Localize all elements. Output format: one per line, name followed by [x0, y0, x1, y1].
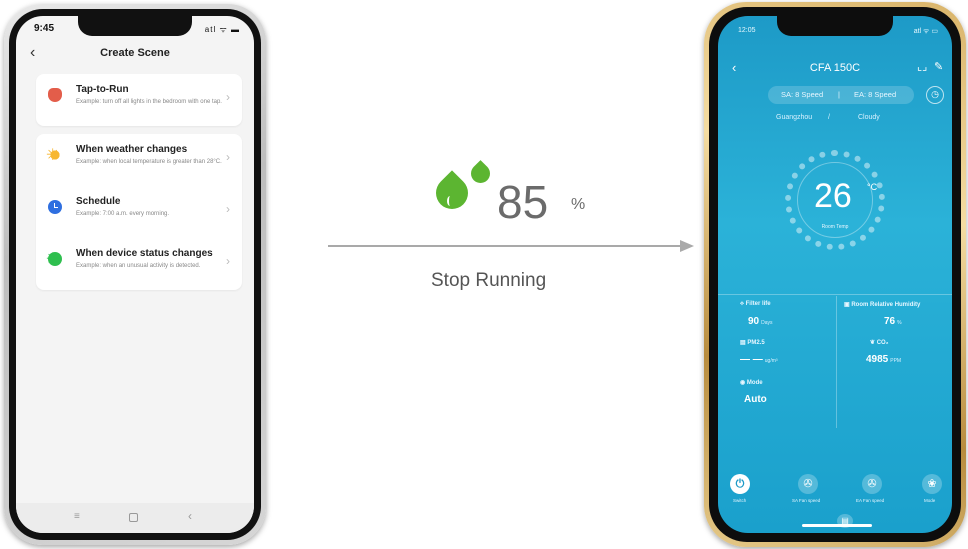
- device-control-screen: 12:05 atl ᯤ ▭ ‹ CFA 150C ⌞⌟ ✎ SA: 8 Spee…: [718, 16, 952, 533]
- water-drop-small-icon: [467, 160, 494, 187]
- page-title: Create Scene: [100, 47, 170, 59]
- mode-label: ◉ Mode: [740, 380, 763, 386]
- arrow-line: [328, 245, 684, 247]
- power-button[interactable]: ⏻: [730, 474, 750, 494]
- divider: [718, 294, 952, 295]
- item-desc: Example: when local temperature is great…: [76, 159, 222, 165]
- humidity-value: 76%: [884, 316, 902, 327]
- menu-icon[interactable]: ≡: [74, 511, 80, 522]
- pm25-label: ▤ PM2.5: [740, 340, 765, 346]
- list-item[interactable]: When weather changes Example: when local…: [36, 134, 242, 186]
- list-item[interactable]: When device status changes Example: when…: [36, 238, 242, 290]
- list-item[interactable]: Tap-to-Run Example: turn off all lights …: [36, 74, 242, 126]
- sun-icon: [46, 145, 62, 165]
- create-scene-screen: 9:45 atl ᯤ ▬ ‹ Create Scene Tap-to-Run E…: [16, 16, 254, 533]
- status-time: 9:45: [34, 23, 55, 34]
- temperature-unit: °C: [867, 182, 878, 192]
- timer-icon[interactable]: ◷: [926, 86, 944, 104]
- sa-speed: SA: 8 Speed: [781, 90, 824, 99]
- humidity-label: ▣ Room Relative Humidity: [844, 302, 921, 308]
- weather: Cloudy: [858, 114, 880, 121]
- pm25-value: — — ug/m³: [740, 354, 778, 365]
- co2-label: ❦ CO₂: [870, 340, 889, 346]
- water-drop-icon: [429, 170, 475, 216]
- humidity-percentage: 85: [497, 176, 549, 228]
- left-phone: 9:45 atl ᯤ ▬ ‹ Create Scene Tap-to-Run E…: [4, 4, 266, 545]
- mode-icon: ◉: [740, 380, 747, 386]
- sa-fan-speed-button[interactable]: ✇: [798, 474, 818, 494]
- status-icons: atl ᯤ ▭: [913, 28, 938, 35]
- speed-separator: |: [838, 90, 840, 99]
- android-nav-bar: ≡ ‹: [16, 503, 254, 533]
- co2-value: 4985 PPM: [866, 354, 902, 365]
- item-title: Tap-to-Run: [76, 84, 129, 95]
- chevron-right-icon: ›: [226, 254, 230, 268]
- fan-speed-pill: SA: 8 Speed | EA: 8 Speed: [768, 86, 914, 104]
- ea-fan-speed-label: EA Fan speed: [856, 498, 885, 503]
- status-time: 12:05: [738, 27, 756, 34]
- item-desc: Example: 7:00 a.m. every morning.: [76, 211, 170, 217]
- automation-card: When weather changes Example: when local…: [36, 134, 242, 290]
- notch: [78, 16, 192, 36]
- item-title: When weather changes: [76, 144, 188, 155]
- drop-shine: [447, 196, 453, 206]
- room-temp-label: Room Temp: [821, 224, 849, 230]
- filter-life-label: ⟡ Filter life: [740, 301, 771, 307]
- room-temperature: 26: [814, 177, 852, 215]
- chevron-right-icon: ›: [226, 150, 230, 164]
- status-icons: atl ᯤ ▬: [204, 25, 240, 34]
- filter-life-value: 90 Days: [748, 316, 773, 327]
- nav-back-icon[interactable]: ‹: [188, 509, 192, 523]
- divider: [836, 296, 837, 428]
- item-desc: Example: when an unusual activity is det…: [76, 263, 201, 269]
- co2-icon: ❦: [870, 340, 877, 346]
- chevron-right-icon: ›: [226, 202, 230, 216]
- mode-button[interactable]: ❀: [922, 474, 942, 494]
- item-title: When device status changes: [76, 248, 213, 259]
- item-desc: Example: turn off all lights in the bedr…: [76, 99, 222, 105]
- mode-button-label: Mode: [924, 498, 936, 503]
- location-separator: /: [828, 114, 830, 121]
- right-phone: 12:05 atl ᯤ ▭ ‹ CFA 150C ⌞⌟ ✎ SA: 8 Spee…: [704, 2, 966, 547]
- action-caption: Stop Running: [431, 270, 547, 291]
- ea-fan-speed-button[interactable]: ✇: [862, 474, 882, 494]
- chart-icon[interactable]: ⌞⌟: [917, 60, 927, 73]
- tap-to-run-card[interactable]: Tap-to-Run Example: turn off all lights …: [36, 74, 242, 126]
- ea-speed: EA: 8 Speed: [854, 90, 897, 99]
- arrow-right-icon: [680, 240, 694, 252]
- status-bar: 9:45 atl ᯤ ▬: [16, 16, 254, 42]
- edit-icon[interactable]: ✎: [934, 60, 943, 73]
- home-icon[interactable]: [129, 513, 138, 522]
- sa-fan-speed-label: SA Fan speed: [792, 498, 821, 503]
- mode-value: Auto: [744, 394, 767, 405]
- list-item[interactable]: Schedule Example: 7:00 a.m. every mornin…: [36, 186, 242, 238]
- home-indicator[interactable]: [802, 524, 872, 527]
- percent-sign: %: [571, 196, 586, 213]
- item-title: Schedule: [76, 196, 121, 207]
- notch: [777, 16, 893, 36]
- chevron-right-icon: ›: [226, 90, 230, 104]
- hand-tap-icon: [48, 88, 62, 102]
- switch-label: Switch: [733, 498, 747, 503]
- location: Guangzhou: [776, 114, 813, 121]
- clock-icon: [48, 200, 62, 214]
- device-icon: [46, 249, 62, 269]
